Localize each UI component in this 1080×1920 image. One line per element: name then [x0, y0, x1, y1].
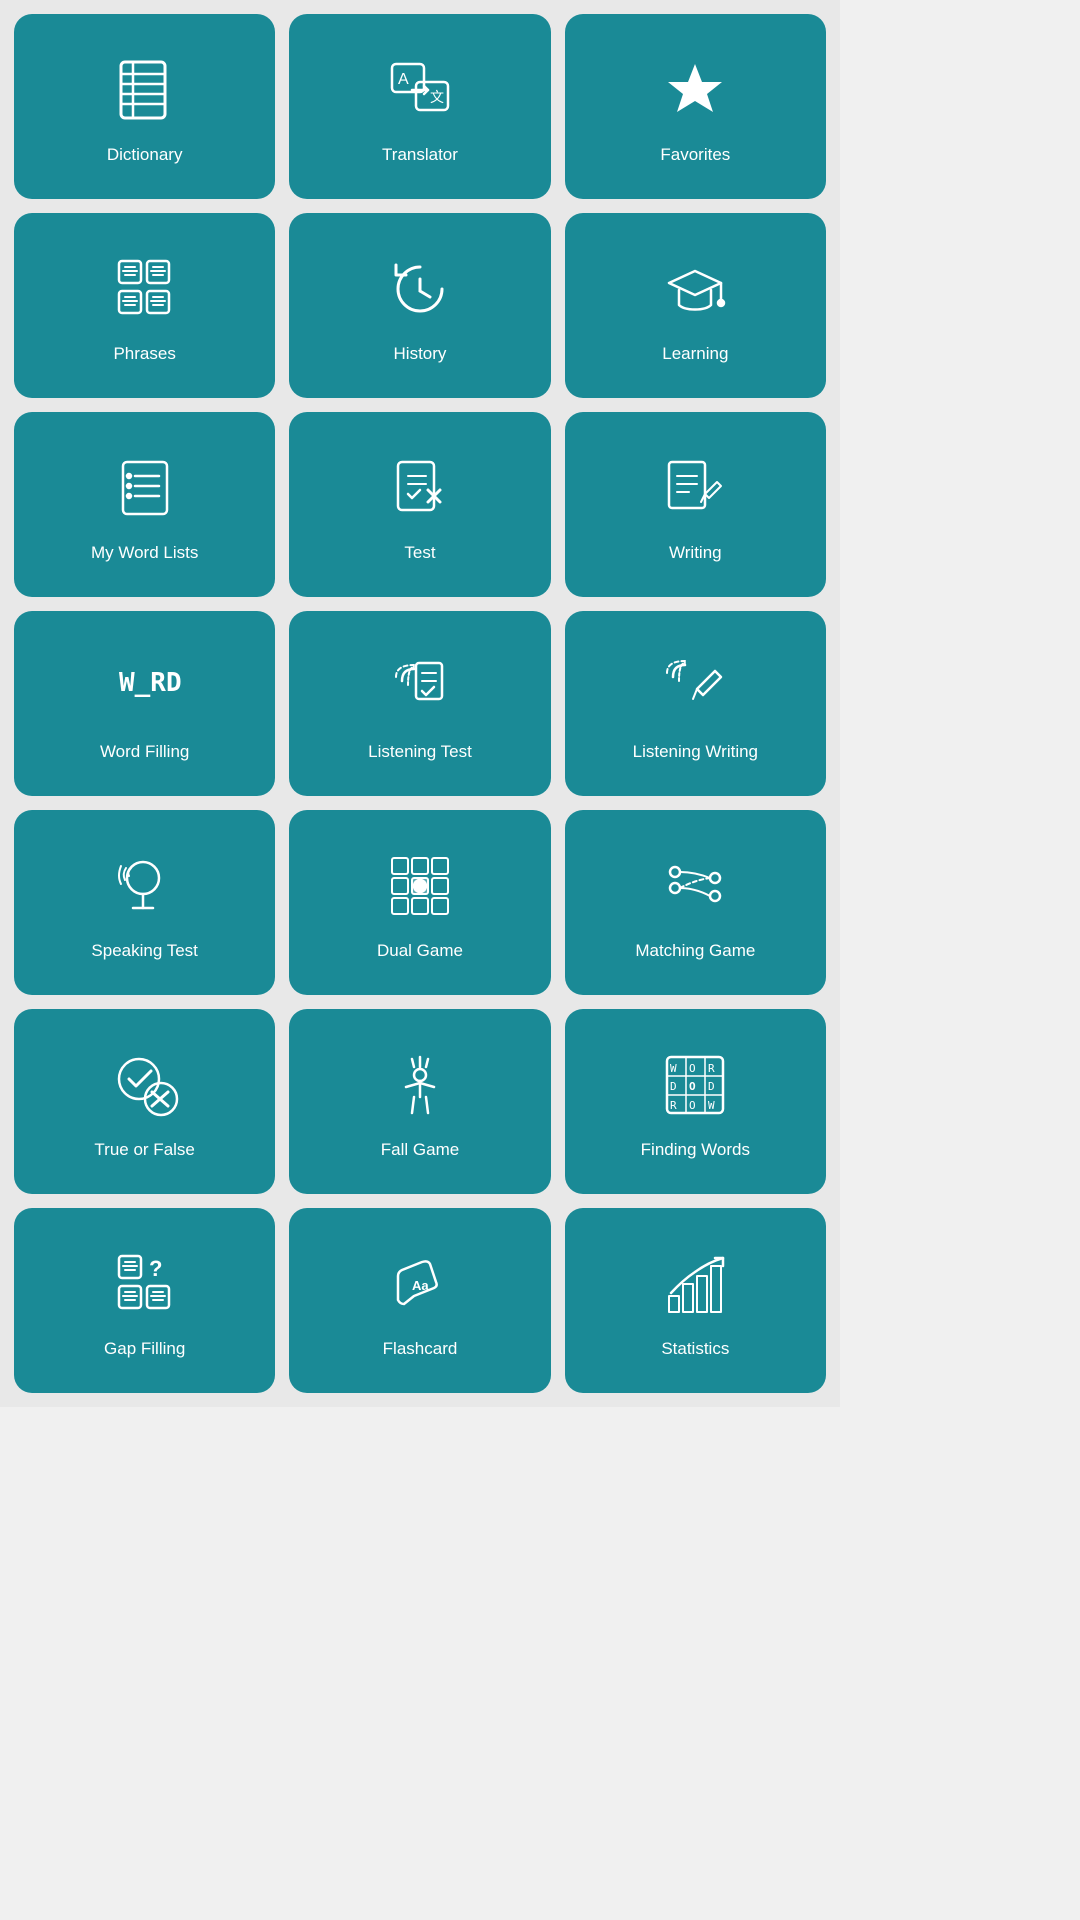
svg-text:O: O — [689, 1062, 696, 1075]
test-icon — [380, 448, 460, 528]
learning-icon — [655, 249, 735, 329]
test-label: Test — [404, 542, 435, 564]
tile-phrases[interactable]: Phrases — [14, 213, 275, 398]
phrases-label: Phrases — [113, 343, 175, 365]
tile-fall-game[interactable]: Fall Game — [289, 1009, 550, 1194]
fall-game-icon — [380, 1045, 460, 1125]
listening-test-label: Listening Test — [368, 741, 472, 763]
listening-writing-label: Listening Writing — [633, 741, 758, 763]
listening-test-icon — [380, 647, 460, 727]
fall-game-label: Fall Game — [381, 1139, 459, 1161]
tile-gap-filling[interactable]: ? Gap Filling — [14, 1208, 275, 1393]
tile-listening-writing[interactable]: Listening Writing — [565, 611, 826, 796]
main-grid: DictionaryA文TranslatorFavoritesPhrasesHi… — [0, 0, 840, 1407]
tile-finding-words[interactable]: WORDODROWFinding Words — [565, 1009, 826, 1194]
finding-words-label: Finding Words — [641, 1139, 750, 1161]
favorites-label: Favorites — [660, 144, 730, 166]
tile-flashcard[interactable]: Aa Flashcard — [289, 1208, 550, 1393]
true-or-false-icon — [105, 1045, 185, 1125]
favorites-icon — [655, 50, 735, 130]
speaking-test-icon — [105, 846, 185, 926]
learning-label: Learning — [662, 343, 728, 365]
matching-game-label: Matching Game — [635, 940, 755, 962]
tile-listening-test[interactable]: Listening Test — [289, 611, 550, 796]
svg-text:W: W — [708, 1099, 715, 1112]
gap-filling-label: Gap Filling — [104, 1338, 185, 1360]
tile-dictionary[interactable]: Dictionary — [14, 14, 275, 199]
dual-game-icon — [380, 846, 460, 926]
tile-favorites[interactable]: Favorites — [565, 14, 826, 199]
tile-translator[interactable]: A文Translator — [289, 14, 550, 199]
statistics-icon — [655, 1244, 735, 1324]
history-icon — [380, 249, 460, 329]
dictionary-label: Dictionary — [107, 144, 183, 166]
tile-statistics[interactable]: Statistics — [565, 1208, 826, 1393]
history-label: History — [394, 343, 447, 365]
tile-test[interactable]: Test — [289, 412, 550, 597]
flashcard-icon: Aa — [380, 1244, 460, 1324]
svg-text:A: A — [398, 71, 409, 88]
svg-text:R: R — [708, 1062, 715, 1075]
svg-text:D: D — [708, 1080, 715, 1093]
svg-text:O: O — [689, 1080, 696, 1093]
word-filling-icon: W_RD — [105, 647, 185, 727]
svg-text:W: W — [670, 1062, 677, 1075]
svg-text:R: R — [670, 1099, 677, 1112]
svg-text:?: ? — [149, 1256, 162, 1281]
flashcard-label: Flashcard — [383, 1338, 458, 1360]
tile-history[interactable]: History — [289, 213, 550, 398]
svg-text:W_RD: W_RD — [119, 668, 181, 698]
tile-speaking-test[interactable]: Speaking Test — [14, 810, 275, 995]
tile-true-or-false[interactable]: True or False — [14, 1009, 275, 1194]
listening-writing-icon — [655, 647, 735, 727]
svg-text:文: 文 — [430, 89, 444, 105]
my-word-lists-label: My Word Lists — [91, 542, 198, 564]
dual-game-label: Dual Game — [377, 940, 463, 962]
svg-text:Aa: Aa — [412, 1278, 429, 1293]
translator-label: Translator — [382, 144, 458, 166]
speaking-test-label: Speaking Test — [91, 940, 197, 962]
word-filling-label: Word Filling — [100, 741, 189, 763]
svg-text:D: D — [670, 1080, 677, 1093]
dictionary-icon — [105, 50, 185, 130]
translator-icon: A文 — [380, 50, 460, 130]
phrases-icon — [105, 249, 185, 329]
tile-my-word-lists[interactable]: My Word Lists — [14, 412, 275, 597]
gap-filling-icon: ? — [105, 1244, 185, 1324]
tile-learning[interactable]: Learning — [565, 213, 826, 398]
finding-words-icon: WORDODROW — [655, 1045, 735, 1125]
tile-matching-game[interactable]: Matching Game — [565, 810, 826, 995]
true-or-false-label: True or False — [94, 1139, 194, 1161]
tile-dual-game[interactable]: Dual Game — [289, 810, 550, 995]
my-word-lists-icon — [105, 448, 185, 528]
tile-word-filling[interactable]: W_RD Word Filling — [14, 611, 275, 796]
svg-text:O: O — [689, 1099, 696, 1112]
writing-icon — [655, 448, 735, 528]
statistics-label: Statistics — [661, 1338, 729, 1360]
tile-writing[interactable]: Writing — [565, 412, 826, 597]
matching-game-icon — [655, 846, 735, 926]
writing-label: Writing — [669, 542, 722, 564]
